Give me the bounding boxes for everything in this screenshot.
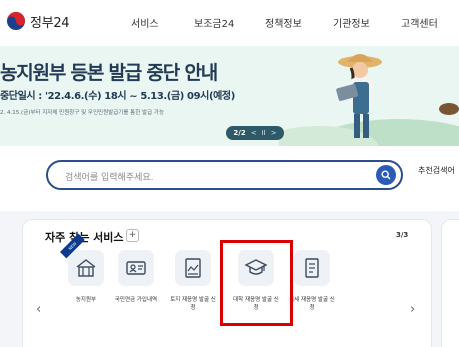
services-prev-arrow[interactable]: ‹: [36, 302, 41, 317]
search-area: 검색어를 입력해주세요.: [0, 146, 459, 211]
service-tile-pension[interactable]: [118, 250, 154, 286]
side-panel-edge: [441, 219, 459, 347]
search-button[interactable]: [376, 165, 396, 185]
banner-pause-button[interactable]: II: [262, 129, 266, 137]
highlight-box: [220, 240, 293, 326]
farmer-illustration: [279, 54, 459, 146]
recommended-search-label[interactable]: 추천검색어: [418, 165, 455, 176]
nav-policy-info[interactable]: 정책정보: [265, 15, 302, 30]
add-service-button[interactable]: +: [126, 229, 139, 242]
banner-next-button[interactable]: >: [271, 129, 277, 137]
search-icon: [381, 170, 391, 180]
banner-page-count: 2/2: [233, 129, 246, 137]
top-header: 정부24 서비스 보조금24 정책정보 기관정보 고객센터: [0, 0, 459, 46]
notice-banner[interactable]: 농지원부 등본 발급 중단 안내 중단일시 : '22.4.6.(수) 18시 …: [0, 46, 459, 146]
banner-pager: 2/2 < II >: [226, 126, 284, 140]
nav-customer-center[interactable]: 고객센터: [401, 15, 438, 30]
service-label-pension[interactable]: 국민연금 가입내역: [111, 296, 161, 304]
tax-document-icon: [305, 258, 319, 278]
nav-agency-info[interactable]: 기관정보: [333, 15, 370, 30]
site-logo[interactable]: 정부24: [6, 11, 70, 31]
map-document-icon: [185, 258, 201, 278]
banner-title: 농지원부 등본 발급 중단 안내: [0, 62, 218, 84]
service-tile-land[interactable]: [175, 250, 211, 286]
service-tile-tax[interactable]: [294, 250, 330, 286]
logo-text: 정부24: [30, 15, 70, 31]
nav-services[interactable]: 서비스: [131, 15, 159, 30]
farmhouse-icon: [76, 259, 96, 277]
service-label-farmland[interactable]: 농지원부: [61, 296, 111, 304]
services-page-indicator: 3/3: [396, 231, 409, 239]
search-placeholder: 검색어를 입력해주세요.: [65, 173, 154, 183]
taegeuk-logo-icon: [7, 12, 25, 30]
service-label-tax[interactable]: 국세 재응명 발굴 신청: [287, 296, 337, 312]
banner-prev-button[interactable]: <: [251, 129, 257, 137]
nav-subsidy24[interactable]: 보조금24: [194, 15, 234, 30]
service-tile-farmland[interactable]: [68, 250, 104, 286]
id-card-icon: [126, 261, 146, 275]
service-label-land[interactable]: 토지 재응명 발굴 신청: [168, 296, 218, 312]
banner-subtitle: 중단일시 : '22.4.6.(수) 18시 ~ 5.13.(금) 09시(예정…: [0, 91, 235, 102]
search-input[interactable]: 검색어를 입력해주세요.: [46, 160, 403, 190]
banner-note: 2. 4.15.(금)부터 지자체 민원창구 및 무인민원발급기를 통한 발급 …: [0, 110, 165, 116]
services-next-arrow[interactable]: ›: [410, 302, 415, 317]
frequent-services-title: 자주 찾는 서비스: [45, 231, 124, 244]
